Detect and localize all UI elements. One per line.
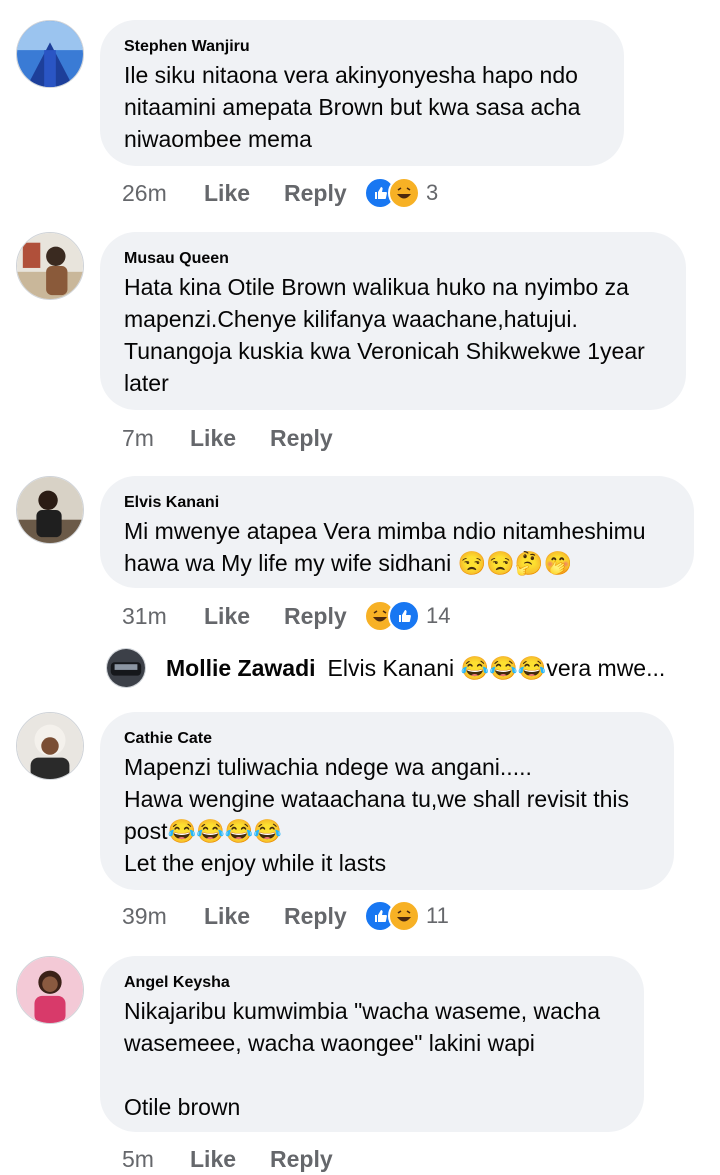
- like-button[interactable]: Like: [190, 425, 270, 452]
- comment-bubble: Cathie Cate Mapenzi tuliwachia ndege wa …: [100, 712, 674, 890]
- haha-reaction-icon: [388, 900, 420, 932]
- reaction-count: 14: [426, 603, 451, 628]
- avatar[interactable]: [16, 956, 84, 1024]
- reaction-count: 11: [426, 903, 449, 928]
- comment-time[interactable]: 26m: [122, 180, 204, 207]
- comment-text: Mi mwenye atapea Vera mimba ndio nitamhe…: [124, 518, 646, 576]
- avatar[interactable]: [16, 476, 84, 544]
- like-reaction-icon: [388, 600, 420, 632]
- comment-actions: 5m Like Reply: [122, 1143, 350, 1175]
- like-button[interactable]: Like: [204, 603, 284, 630]
- reaction-count: 3: [426, 180, 439, 205]
- reaction-summary[interactable]: 11: [364, 900, 449, 932]
- like-button[interactable]: Like: [204, 180, 284, 207]
- comment-time[interactable]: 7m: [122, 425, 190, 452]
- comment-text: Ile siku nitaona vera akinyonyesha hapo …: [124, 62, 581, 152]
- reply-button[interactable]: Reply: [270, 425, 350, 452]
- comment-actions: 26m Like Reply 3: [122, 177, 438, 209]
- comment-bubble: Angel Keysha Nikajaribu kumwimbia "wacha…: [100, 956, 644, 1132]
- comment-author[interactable]: Stephen Wanjiru: [124, 37, 600, 57]
- comment-author[interactable]: Angel Keysha: [124, 973, 620, 993]
- comment-author[interactable]: Musau Queen: [124, 249, 662, 269]
- comment-text: Nikajaribu kumwimbia "wacha waseme, wach…: [124, 998, 601, 1120]
- reaction-summary[interactable]: 14: [364, 600, 450, 632]
- comment-author[interactable]: Elvis Kanani: [124, 493, 670, 513]
- reply-button[interactable]: Reply: [284, 180, 364, 207]
- comment-bubble: Stephen Wanjiru Ile siku nitaona vera ak…: [100, 20, 624, 166]
- comment-bubble: Musau Queen Hata kina Otile Brown waliku…: [100, 232, 686, 410]
- avatar[interactable]: [16, 712, 84, 780]
- like-button[interactable]: Like: [190, 1146, 270, 1173]
- comment-text: Mapenzi tuliwachia ndege wa angani..... …: [124, 754, 629, 876]
- avatar[interactable]: [106, 648, 146, 688]
- comment-actions: 39m Like Reply 11: [122, 900, 449, 932]
- nested-reply[interactable]: Mollie Zawadi Elvis Kanani 😂😂😂vera mwe..…: [106, 648, 665, 688]
- haha-reaction-icon: [388, 177, 420, 209]
- comment-actions: 7m Like Reply: [122, 422, 350, 454]
- like-button[interactable]: Like: [204, 903, 284, 930]
- reply-button[interactable]: Reply: [284, 903, 364, 930]
- avatar[interactable]: [16, 232, 84, 300]
- reply-button[interactable]: Reply: [270, 1146, 350, 1173]
- comment-text: Hata kina Otile Brown walikua huko na ny…: [124, 274, 645, 396]
- comment-time[interactable]: 39m: [122, 903, 204, 930]
- comment-time[interactable]: 5m: [122, 1146, 190, 1173]
- reply-author[interactable]: Mollie Zawadi: [166, 655, 316, 682]
- comment-actions: 31m Like Reply 14: [122, 600, 450, 632]
- comment-author[interactable]: Cathie Cate: [124, 729, 650, 749]
- comment-time[interactable]: 31m: [122, 603, 204, 630]
- reaction-summary[interactable]: 3: [364, 177, 438, 209]
- reply-text: Elvis Kanani 😂😂😂vera mwe...: [327, 654, 666, 681]
- avatar[interactable]: [16, 20, 84, 88]
- comment-bubble: Elvis Kanani Mi mwenye atapea Vera mimba…: [100, 476, 694, 588]
- reply-button[interactable]: Reply: [284, 603, 364, 630]
